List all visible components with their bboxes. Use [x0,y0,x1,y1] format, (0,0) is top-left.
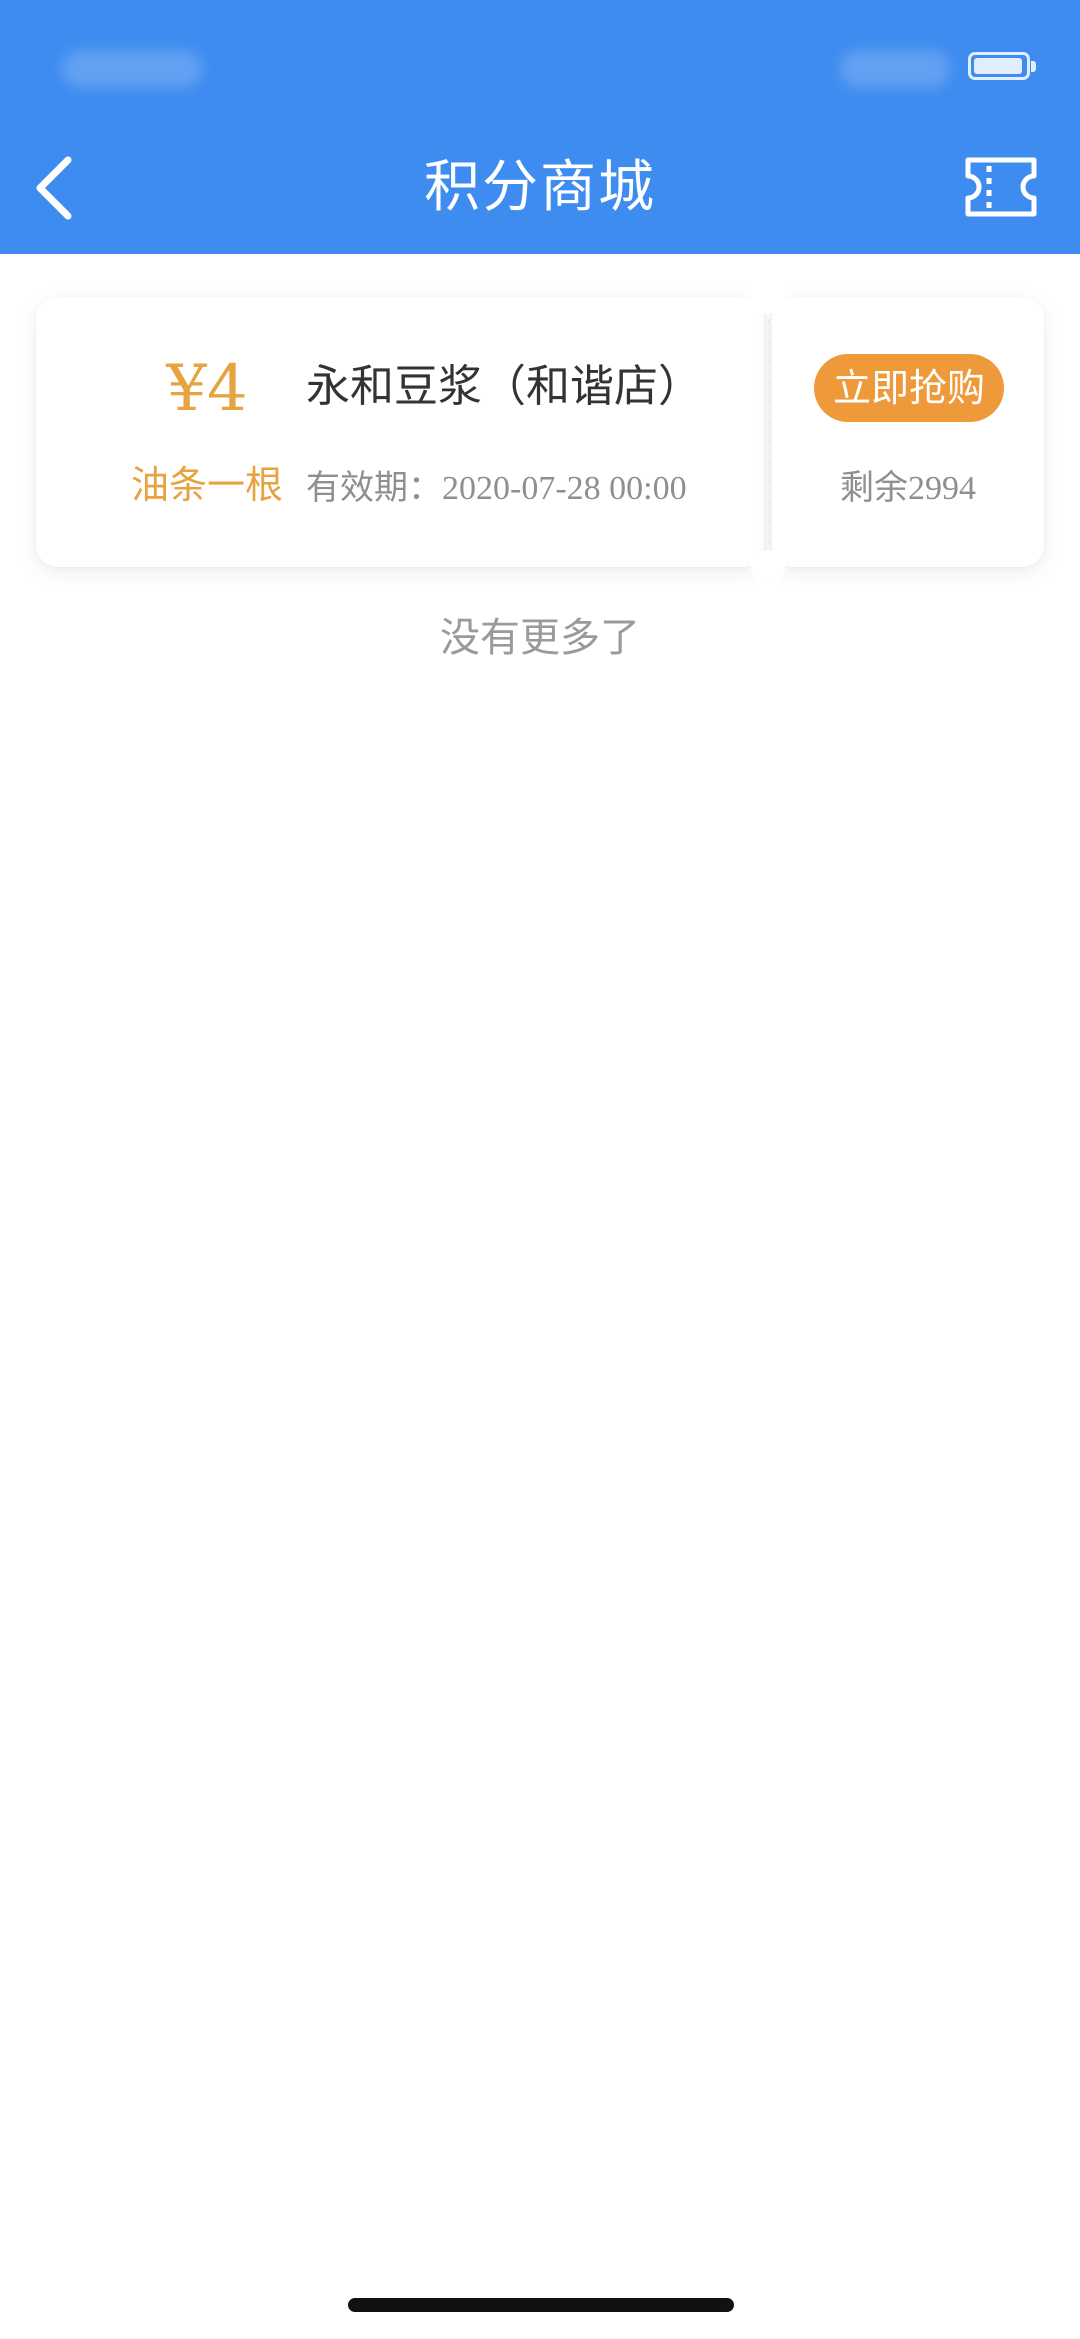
ticket-icon [965,157,1037,217]
my-tickets-button[interactable] [962,154,1040,220]
merchant-name: 永和豆浆（和谐店） [306,361,702,412]
coupon-validity: 有效期：2020-07-28 00:00 [306,470,687,507]
coupon-notch-bottom [751,550,785,584]
buy-now-button[interactable]: 立即抢购 [814,354,1004,422]
coupon-price: ¥4 [166,352,248,426]
coupon-divider [768,319,770,545]
page-title: 积分商城 [424,155,656,220]
home-indicator[interactable] [348,2298,734,2312]
header-bar: 积分商城 [0,0,1080,254]
status-bar-left [62,50,202,88]
battery-icon [968,52,1036,80]
coupon-action-section [772,297,1044,567]
coupon-item-description: 油条一根 [130,463,283,507]
list-end-text: 没有更多了 [440,615,640,661]
coupon-card: ¥4 油条一根 永和豆浆（和谐店） 有效期：2020-07-28 00:00 立… [36,280,1044,584]
coupon-main-section [36,297,764,567]
remaining-count: 剩余2994 [840,470,976,507]
status-bar-right [840,50,950,88]
coupon-notch-top [751,280,785,314]
